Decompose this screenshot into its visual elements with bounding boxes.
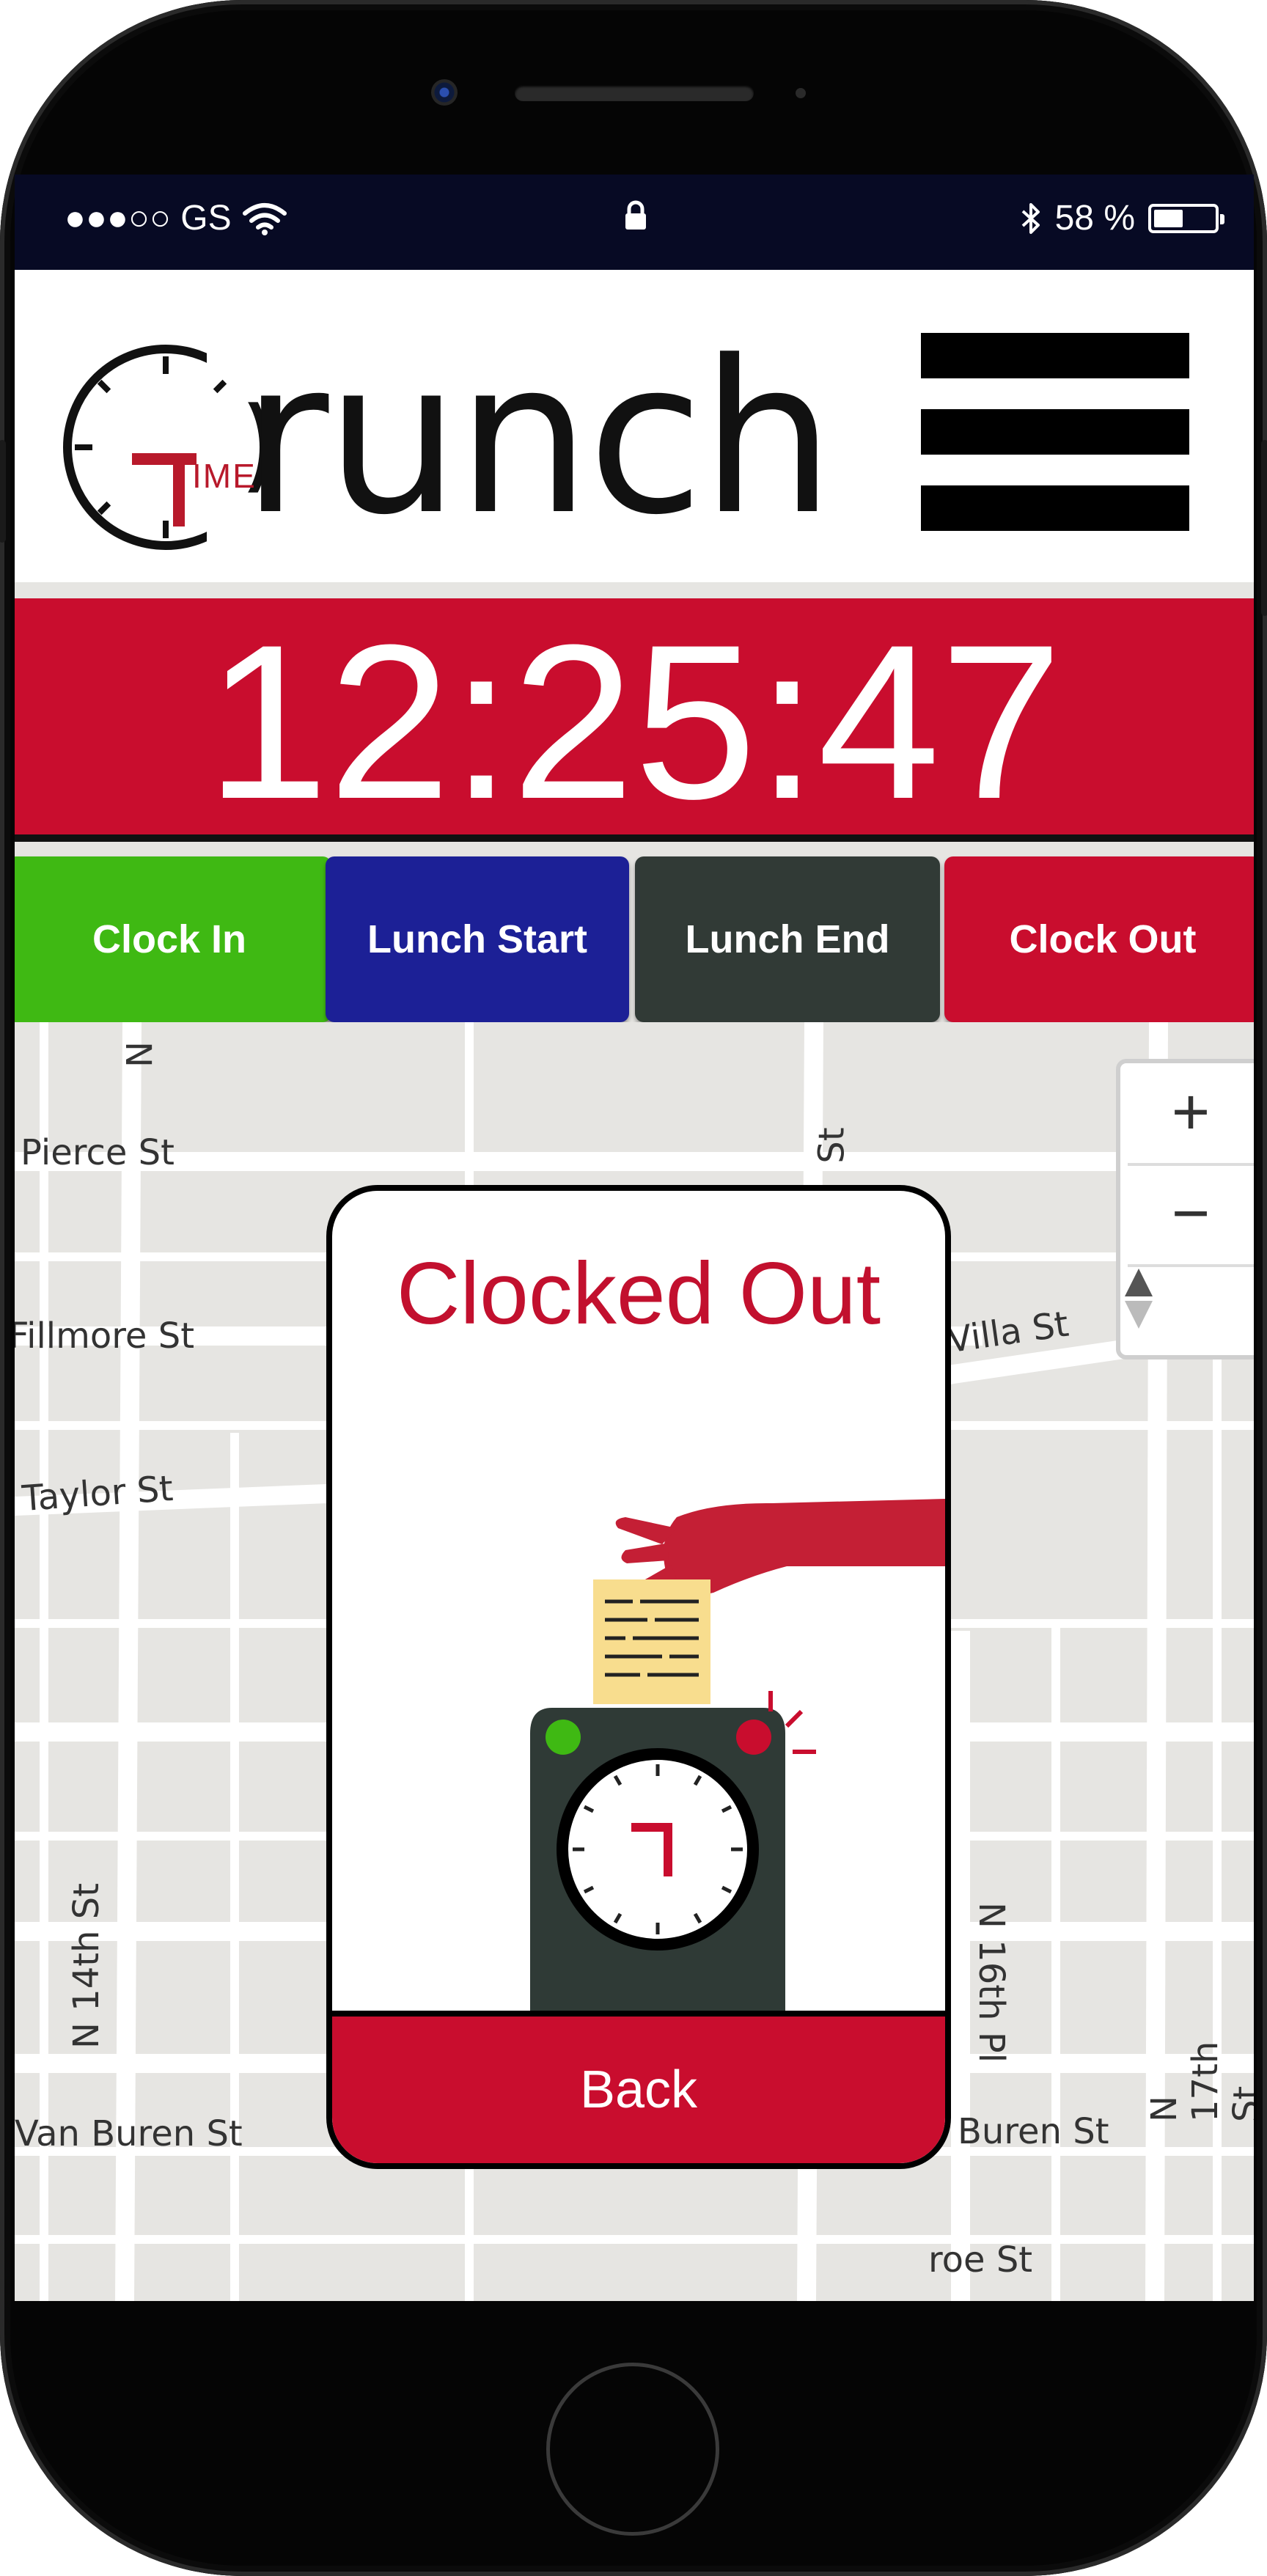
street-label: Fillmore St [15, 1315, 195, 1357]
street-label: N 17th St [1144, 2041, 1254, 2122]
street-label: St [811, 1127, 853, 1164]
dialog-title: Clocked Out [396, 1244, 881, 1343]
phone-frame: ●●●○○ GS 58 % IME runch 12:25:47 Clock I… [0, 0, 1267, 2576]
street-label: roe St [928, 2239, 1033, 2280]
street-label: N 14th St [66, 1882, 107, 2049]
front-camera-icon [431, 79, 458, 106]
time-clock-illustration [530, 1499, 945, 2027]
volume-button [0, 440, 6, 543]
compass-button[interactable] [1120, 1266, 1254, 1364]
carrier-label: ●●●○○ GS [65, 199, 232, 238]
clock-in-button[interactable]: Clock In [15, 856, 331, 1022]
action-buttons: Clock In Lunch Start Lunch End Clock Out [15, 856, 1254, 1022]
proximity-sensor [796, 88, 806, 98]
status-bar: ●●●○○ GS 58 % [15, 175, 1254, 270]
wifi-icon [242, 202, 287, 235]
street-label: Van Buren St [15, 2113, 243, 2154]
compass-icon [1125, 1269, 1153, 1329]
street-label: Pierce St [21, 1132, 175, 1173]
time-crunch-logo: IME runch [50, 329, 834, 550]
zoom-out-button[interactable]: − [1120, 1164, 1254, 1263]
timer-bar: 12:25:47 [15, 598, 1254, 842]
bluetooth-icon [1021, 202, 1040, 234]
clock-out-button[interactable]: Clock Out [944, 856, 1254, 1022]
lunch-start-button[interactable]: Lunch Start [326, 856, 629, 1022]
elapsed-time: 12:25:47 [206, 598, 1062, 845]
logo-text: runch [242, 315, 834, 561]
lunch-end-button[interactable]: Lunch End [635, 856, 940, 1022]
screen: ●●●○○ GS 58 % IME runch 12:25:47 Clock I… [15, 175, 1254, 2301]
clocked-out-dialog: Clocked Out Back [326, 1185, 951, 2169]
home-button[interactable] [546, 2363, 719, 2536]
battery-percent: 58 % [1054, 199, 1135, 238]
earpiece-speaker [515, 85, 754, 101]
back-button[interactable]: Back [332, 2011, 945, 2163]
zoom-in-button[interactable]: + [1120, 1063, 1254, 1162]
power-button [1261, 440, 1267, 616]
logo-clock-icon [63, 345, 268, 550]
street-label: N 16th Pl [971, 1902, 1012, 2063]
app-header: IME runch [15, 270, 1254, 582]
battery-icon [1148, 203, 1224, 233]
lock-icon [625, 200, 646, 230]
map-zoom-controls: + − [1116, 1059, 1254, 1359]
street-label: Buren St [958, 2111, 1109, 2152]
street-label: N [117, 1041, 158, 1068]
menu-icon[interactable] [921, 333, 1189, 531]
